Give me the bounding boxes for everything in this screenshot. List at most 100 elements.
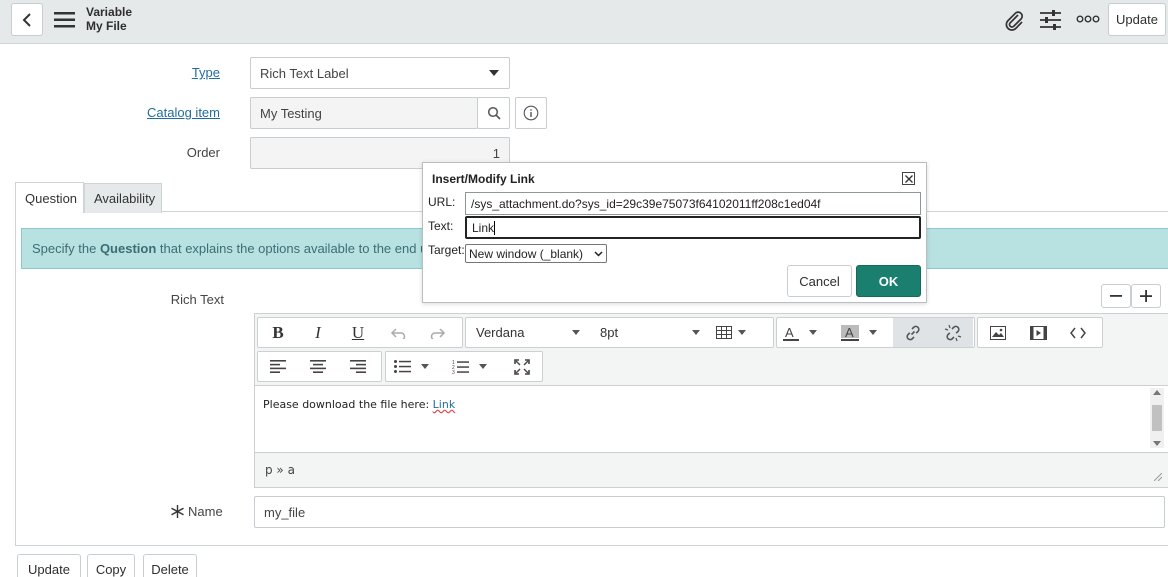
target-select[interactable]: New window (_blank) — [465, 244, 607, 263]
ok-button[interactable]: OK — [856, 265, 921, 297]
font-family-select[interactable]: Verdana — [466, 318, 590, 347]
minus-icon — [1110, 295, 1122, 297]
catalog-item-label[interactable]: Catalog item — [120, 105, 220, 120]
editor-scrollbar[interactable] — [1150, 388, 1164, 448]
tab-question[interactable]: Question — [15, 182, 84, 213]
chevron-left-icon — [22, 12, 32, 27]
order-value: 1 — [492, 145, 500, 161]
italic-button[interactable]: I — [298, 318, 338, 347]
scroll-up-icon[interactable] — [1153, 390, 1161, 395]
svg-text:A: A — [785, 325, 794, 340]
select-chevron-icon — [594, 250, 603, 257]
zoom-in-button[interactable] — [1131, 284, 1161, 308]
cancel-button[interactable]: Cancel — [787, 265, 852, 297]
table-button[interactable] — [710, 318, 762, 347]
update-button-header[interactable]: Update — [1108, 3, 1166, 36]
text-color-button[interactable]: A — [777, 318, 835, 347]
tab-availability[interactable]: Availability — [84, 183, 162, 213]
align-left-button[interactable] — [258, 352, 298, 381]
more-options-icon[interactable] — [1076, 15, 1100, 23]
caret-down-icon — [692, 330, 700, 335]
insert-video-button[interactable] — [1018, 318, 1058, 347]
redo-icon — [430, 327, 446, 339]
name-value: my_file — [264, 504, 306, 520]
back-button[interactable] — [11, 3, 43, 36]
zoom-out-button[interactable] — [1101, 284, 1131, 308]
image-icon — [990, 325, 1006, 340]
paperclip-icon[interactable] — [1003, 9, 1025, 31]
scrollbar-thumb[interactable] — [1152, 405, 1162, 431]
target-value: New window (_blank) — [469, 246, 584, 261]
plus-icon — [1140, 290, 1152, 302]
text-value: Link — [472, 220, 495, 235]
dropdown-arrow-icon — [488, 69, 500, 77]
fullscreen-icon — [514, 358, 530, 375]
redo-button[interactable] — [418, 318, 458, 347]
text-color-icon: A — [783, 325, 799, 341]
form-header — [0, 0, 1168, 44]
numbered-list-icon: 123 — [452, 360, 469, 374]
caret-down-icon — [421, 364, 429, 369]
fullscreen-button[interactable] — [502, 352, 542, 381]
hamburger-menu-icon[interactable] — [54, 11, 76, 29]
rich-text-label: Rich Text — [170, 292, 224, 307]
text-input[interactable]: Link — [465, 216, 921, 239]
align-right-button[interactable] — [338, 352, 378, 381]
highlight-color-icon: A — [841, 324, 859, 341]
caret-down-icon — [809, 330, 817, 335]
title-line-1: Variable — [86, 5, 133, 19]
caret-down-icon — [869, 330, 877, 335]
source-code-button[interactable] — [1058, 318, 1098, 347]
align-center-button[interactable] — [298, 352, 338, 381]
catalog-item-field[interactable]: My Testing — [250, 97, 478, 129]
insert-link-dialog: Insert/Modify Link URL: /sys_attachment.… — [422, 162, 927, 303]
sliders-icon[interactable] — [1039, 9, 1062, 31]
element-path[interactable]: p » a — [265, 463, 295, 477]
update-button[interactable]: Update — [17, 554, 81, 577]
page-title: Variable My File — [86, 5, 132, 33]
list-group: 123 — [385, 351, 543, 382]
font-size-value: 8pt — [600, 325, 619, 340]
bullet-list-button[interactable] — [386, 352, 444, 381]
underline-button[interactable]: U — [338, 318, 378, 347]
undo-button[interactable] — [378, 318, 418, 347]
name-field[interactable]: my_file — [254, 496, 1165, 528]
align-group — [257, 351, 382, 382]
undo-icon — [390, 327, 406, 339]
resize-handle-icon[interactable] — [1154, 473, 1162, 481]
media-group — [977, 317, 1103, 348]
url-input[interactable]: /sys_attachment.do?sys_id=29c39e75073f64… — [465, 192, 921, 215]
unlink-button[interactable] — [933, 318, 973, 347]
dialog-title: Insert/Modify Link — [432, 172, 535, 186]
bold-button[interactable]: B — [258, 318, 298, 347]
type-label[interactable]: Type — [150, 65, 220, 80]
insert-link-button[interactable] — [893, 318, 933, 347]
editor-content: Please download the file here: Link — [263, 398, 455, 411]
search-icon — [487, 106, 501, 120]
catalog-lookup-button[interactable] — [477, 97, 510, 129]
editor-text: Please download the file here: — [263, 398, 433, 411]
editor-link[interactable]: Link — [433, 398, 456, 411]
dialog-close-button[interactable] — [902, 172, 915, 185]
info-prefix: Specify the — [32, 241, 100, 256]
numbered-list-button[interactable]: 123 — [444, 352, 502, 381]
required-indicator-icon — [171, 505, 184, 518]
caret-down-icon — [479, 364, 487, 369]
delete-button[interactable]: Delete — [143, 554, 197, 577]
color-link-group: A A — [776, 317, 975, 348]
catalog-info-button[interactable] — [515, 97, 547, 129]
background-color-button[interactable]: A — [835, 318, 893, 347]
caret-down-icon — [738, 330, 746, 335]
font-size-select[interactable]: 8pt — [590, 318, 710, 347]
insert-image-button[interactable] — [978, 318, 1018, 347]
rich-text-editor-body[interactable]: Please download the file here: Link — [254, 386, 1168, 452]
url-label: URL: — [428, 195, 456, 209]
title-line-2: My File — [86, 19, 127, 33]
scroll-down-icon[interactable] — [1153, 441, 1161, 446]
type-select[interactable]: Rich Text Label — [250, 57, 510, 89]
video-icon — [1029, 325, 1047, 340]
url-value: /sys_attachment.do?sys_id=29c39e75073f64… — [471, 196, 821, 211]
editor-status-bar: p » a — [254, 452, 1168, 488]
copy-button[interactable]: Copy — [87, 554, 135, 577]
font-family-value: Verdana — [476, 325, 525, 340]
